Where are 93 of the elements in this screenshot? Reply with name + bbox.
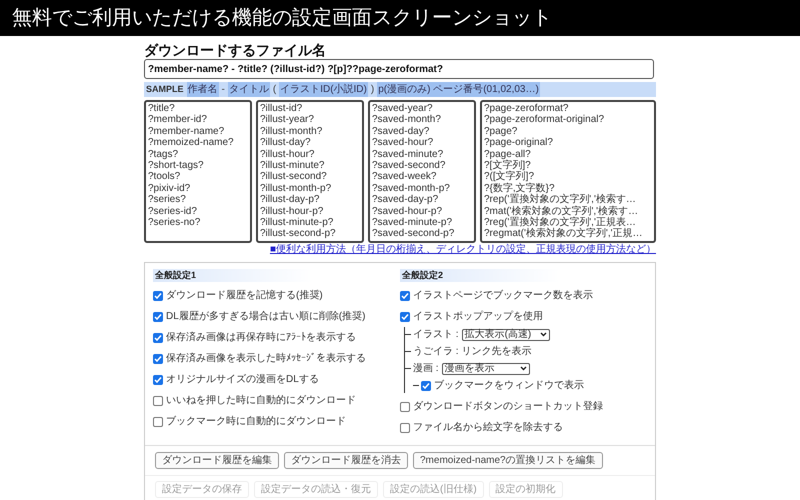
tag-item[interactable]: ?regmat('検索対象の文字列','正規…: [484, 228, 652, 240]
filename-field[interactable]: ?member-name? - ?title? (?illust-id?) ?[p]??page-zeroformat?: [144, 59, 654, 79]
tag-item[interactable]: ?saved-week?: [372, 171, 472, 183]
tag-item[interactable]: ?mat('検索対象の文字列','検索す…: [484, 206, 652, 218]
tag-item[interactable]: ?reg('置換対象の文字列','正規表…: [484, 217, 652, 228]
tag-item[interactable]: ?saved-second-p?: [372, 228, 472, 240]
tag-item[interactable]: ?saved-hour?: [372, 137, 472, 149]
checkbox-label: 保存済み画像を表示した時ﾒｯｾｰｼﾞを表示する: [166, 352, 366, 366]
checkbox-label: イラストポップアップを使用: [413, 310, 543, 324]
checkbox[interactable]: [153, 374, 163, 384]
tag-item[interactable]: ?saved-minute?: [372, 148, 472, 160]
chevron-icon: [540, 332, 547, 337]
dropdown[interactable]: 漫画を表示: [442, 362, 530, 374]
tag-item[interactable]: ?series-id?: [148, 206, 248, 218]
tag-item[interactable]: ?illust-hour?: [260, 148, 360, 160]
checkbox-label: 保存済み画像は再保存時にｱﾗｰﾄを表示する: [166, 330, 356, 345]
tag-item[interactable]: ?pixiv-id?: [148, 182, 248, 194]
tag-item[interactable]: ?illust-id?: [260, 103, 360, 114]
tag-item[interactable]: ?illust-month?: [260, 126, 360, 138]
dropdown[interactable]: 拡大表示(高速): [462, 328, 550, 340]
sample-token: p(漫画のみ) ページ番号(01,02,03…): [377, 82, 540, 97]
tag-item[interactable]: ?illust-day?: [260, 137, 360, 149]
tag-item[interactable]: ?illust-day-p?: [260, 194, 360, 206]
tag-item[interactable]: ?short-tags?: [148, 160, 248, 172]
tag-item[interactable]: ?series-no?: [148, 217, 248, 228]
tag-item[interactable]: ?member-id?: [148, 114, 248, 126]
tag-item[interactable]: ?memoized-name?: [148, 137, 248, 149]
tag-item[interactable]: ?[文字列]?: [484, 160, 652, 172]
checkbox[interactable]: [153, 290, 163, 300]
checkbox-label: ダウンロード履歴を記憶する(推奨): [166, 288, 323, 303]
checkbox-label: ダウンロードボタンのショートカット登録: [413, 400, 603, 414]
tag-item[interactable]: ?illust-month-p?: [260, 182, 360, 194]
tag-item[interactable]: ?rep('置換対象の文字列','検索す…: [484, 194, 652, 206]
checkbox[interactable]: [153, 332, 163, 342]
tag-item[interactable]: ?page-all?: [484, 148, 652, 160]
tag-item[interactable]: ?tags?: [148, 148, 248, 160]
tag-item[interactable]: ?illust-minute-p?: [260, 217, 360, 228]
tag-item[interactable]: ?illust-minute?: [260, 160, 360, 172]
checkbox[interactable]: [400, 312, 410, 322]
checkbox-label: DL履歴が多すぎる場合は古い順に削除(推奨): [166, 310, 366, 324]
sample-token: 作者名: [186, 82, 219, 97]
tag-item[interactable]: ?saved-year?: [372, 103, 472, 114]
checkbox-label: イラストページでブックマーク数を表示: [413, 288, 593, 303]
tag-item[interactable]: ?illust-hour-p?: [260, 206, 360, 218]
tag-item[interactable]: ?page?: [484, 126, 652, 138]
select-label: イラスト :: [413, 328, 459, 342]
sample-token: (: [272, 83, 276, 97]
checkbox-label: いいねを押した時に自動的にダウンロード: [166, 394, 356, 408]
checkbox[interactable]: [400, 422, 410, 432]
tag-item[interactable]: ?tools?: [148, 171, 248, 183]
checkbox[interactable]: [400, 290, 410, 300]
tag-item[interactable]: ?illust-year?: [260, 114, 360, 126]
checkbox[interactable]: [153, 396, 163, 406]
sample-token: タイトル: [228, 82, 270, 97]
tag-item[interactable]: ?saved-month-p?: [372, 182, 472, 194]
action-button[interactable]: ?memoized-name?の置換リストを編集: [413, 452, 603, 469]
tag-item[interactable]: ?saved-day-p?: [372, 194, 472, 206]
action-button[interactable]: ダウンロード履歴を編集: [155, 452, 279, 469]
tag-item[interactable]: ?title?: [148, 103, 248, 114]
checkbox-label: ブックマーク時に自動的にダウンロード: [166, 414, 346, 429]
checkbox-label: ファイル名から絵文字を除去する: [413, 420, 563, 435]
tag-item[interactable]: ?saved-hour-p?: [372, 206, 472, 218]
sample-token: ): [370, 83, 374, 97]
tag-item[interactable]: ?page-original?: [484, 137, 652, 149]
setting-text: うごイラ : リンク先を表示: [413, 344, 532, 359]
checkbox[interactable]: [153, 354, 163, 364]
sample-token: -: [222, 83, 225, 97]
checkbox-label: ブックマークをウィンドウで表示: [434, 378, 584, 393]
tag-item[interactable]: ?{数字,文字数}?: [484, 182, 652, 194]
action-button[interactable]: ダウンロード履歴を消去: [284, 452, 408, 469]
checkbox[interactable]: [400, 402, 410, 412]
checkbox[interactable]: [153, 312, 163, 322]
tag-item[interactable]: ?saved-minute-p?: [372, 217, 472, 228]
tag-item[interactable]: ?saved-day?: [372, 126, 472, 138]
select-label: 漫画 :: [413, 362, 439, 376]
help-link[interactable]: ■便利な利用方法（年月日の桁揃え、ディレクトリの設定、正規表現の使用方法など）: [270, 244, 656, 256]
section-heading: ダウンロードするファイル名: [144, 41, 327, 59]
tag-item[interactable]: ?([文字列]?: [484, 171, 652, 183]
tag-item[interactable]: ?illust-second?: [260, 171, 360, 183]
tag-item[interactable]: ?page-zeroformat?: [484, 103, 652, 114]
banner-title: 無料でご利用いただける機能の設定画面スクリーンショット: [12, 6, 552, 31]
tag-item[interactable]: ?page-zeroformat-original?: [484, 114, 652, 126]
checkbox-label: オリジナルサイズの漫画をDLする: [166, 373, 319, 387]
checkbox[interactable]: [421, 380, 431, 390]
tag-item[interactable]: ?illust-second-p?: [260, 228, 360, 240]
sample-label: SAMPLE: [146, 82, 184, 96]
checkbox[interactable]: [153, 416, 163, 426]
tag-item[interactable]: ?saved-second?: [372, 160, 472, 172]
tag-item[interactable]: ?saved-month?: [372, 114, 472, 126]
chevron-icon: [520, 366, 527, 371]
tag-item[interactable]: ?member-name?: [148, 126, 248, 138]
sample-token: イラストID(小説ID): [279, 82, 368, 97]
tag-item[interactable]: ?series?: [148, 194, 248, 206]
